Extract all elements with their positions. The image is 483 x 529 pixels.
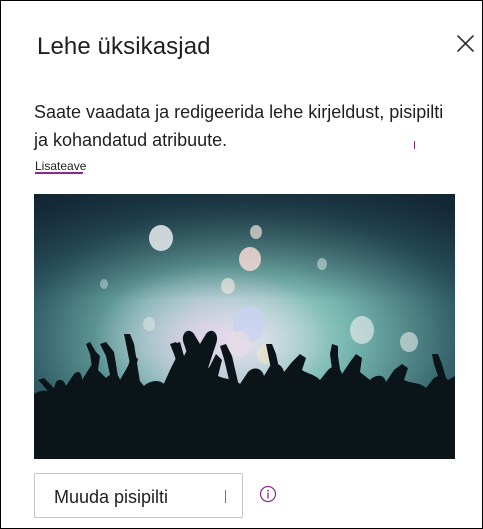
panel-title: Lehe üksikasjad bbox=[37, 33, 211, 60]
close-icon bbox=[457, 35, 474, 52]
close-button[interactable] bbox=[451, 29, 479, 57]
text-cursor-mark bbox=[414, 141, 415, 149]
page-details-panel: Lehe üksikasjad Saate vaadata ja redigee… bbox=[0, 0, 483, 529]
learn-more-underline bbox=[35, 172, 83, 174]
focus-caret bbox=[225, 490, 226, 503]
info-icon bbox=[259, 485, 277, 503]
panel-description: Saate vaadata ja redigeerida lehe kirjel… bbox=[34, 102, 444, 150]
change-thumbnail-label: Muuda pisipilti bbox=[54, 487, 169, 507]
change-thumbnail-button[interactable]: Muuda pisipilti bbox=[34, 473, 243, 518]
info-button[interactable] bbox=[259, 485, 277, 503]
thumbnail-image bbox=[34, 194, 455, 459]
page-thumbnail bbox=[34, 194, 455, 459]
